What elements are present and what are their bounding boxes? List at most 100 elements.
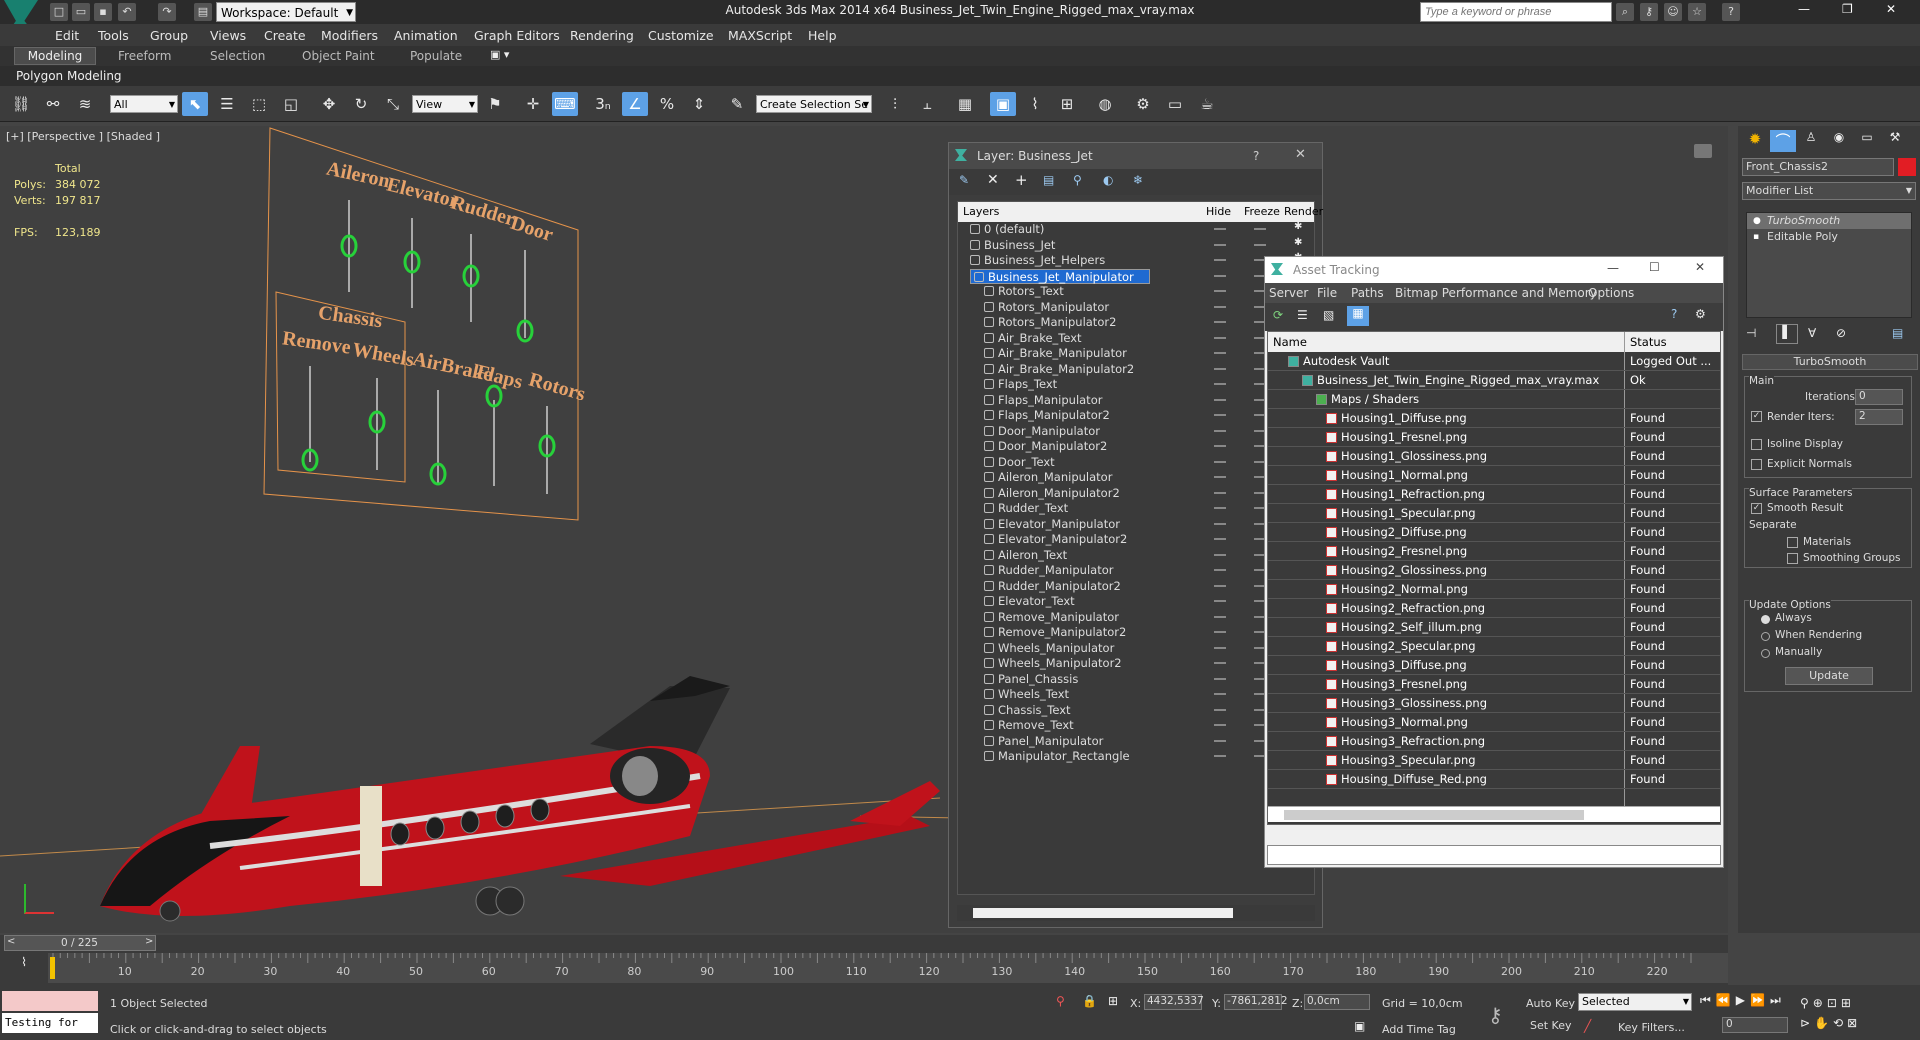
asset-maximize-button[interactable]: ☐	[1649, 260, 1660, 274]
asset-menu-options[interactable]: Options	[1588, 286, 1634, 300]
layer-row[interactable]: Elevator_Text	[984, 594, 1148, 610]
asset-minimize-button[interactable]: —	[1607, 261, 1619, 275]
menu-views[interactable]: Views	[210, 28, 246, 43]
hide-toggle[interactable]	[1214, 445, 1226, 447]
rendered-frame-icon[interactable]: ▭	[1162, 92, 1188, 116]
go-to-end-icon[interactable]: ⏭	[1770, 993, 1786, 1007]
layer-row[interactable]: Manipulator_Rectangle	[984, 749, 1148, 765]
layer-row[interactable]: Remove_Manipulator2	[984, 625, 1148, 641]
zoom-icon[interactable]: ⚲	[1800, 996, 1813, 1010]
bind-space-warp-icon[interactable]: ≋	[72, 92, 98, 116]
hide-toggle[interactable]	[1214, 290, 1226, 292]
hide-toggle[interactable]	[1214, 305, 1226, 308]
modifier-list-dropdown[interactable]: Modifier List ▼	[1742, 182, 1916, 200]
scrollbar-thumb[interactable]	[1284, 810, 1584, 820]
refresh-icon[interactable]: ⟳	[1273, 308, 1283, 322]
menu-help[interactable]: Help	[808, 28, 837, 43]
tab-freeform[interactable]: Freeform	[118, 49, 171, 63]
configure-modifier-sets-icon[interactable]: ▤	[1892, 326, 1903, 340]
asset-window-header[interactable]: Asset Tracking — ☐ ✕	[1265, 257, 1723, 283]
hide-toggle[interactable]	[1214, 274, 1226, 277]
restore-button[interactable]: ❐	[1842, 2, 1853, 16]
hide-toggle[interactable]	[1214, 662, 1226, 664]
hide-toggle[interactable]	[1214, 398, 1226, 401]
z-coordinate-field[interactable]: 0,0cm	[1304, 994, 1370, 1010]
hide-toggle[interactable]	[1214, 693, 1226, 695]
asset-row[interactable]: Housing1_Diffuse.png Found	[1268, 409, 1720, 428]
asset-row[interactable]: Housing2_Specular.png Found	[1268, 637, 1720, 656]
menu-tools[interactable]: Tools	[98, 28, 129, 43]
menu-animation[interactable]: Animation	[394, 28, 458, 43]
asset-row[interactable]: Housing2_Diffuse.png Found	[1268, 523, 1720, 542]
menu-group[interactable]: Group	[150, 28, 188, 43]
col-hide[interactable]: Hide	[1206, 205, 1231, 218]
orbit-icon[interactable]: ⟲	[1833, 1016, 1847, 1030]
hide-toggle[interactable]	[1214, 553, 1226, 556]
asset-row[interactable]: Housing1_Specular.png Found	[1268, 504, 1720, 523]
next-frame-icon[interactable]: ⏩	[1750, 993, 1770, 1007]
layer-row[interactable]: Wheels_Manipulator	[984, 641, 1148, 657]
pivot-center-icon[interactable]: ⚑	[482, 92, 508, 116]
time-slider-prev-icon[interactable]: <	[7, 936, 15, 947]
asset-row[interactable]: Housing_Diffuse_Red.png Found	[1268, 770, 1720, 789]
business-jet-model[interactable]	[90, 606, 950, 926]
create-tab-icon[interactable]: ✹	[1742, 130, 1768, 152]
asset-path-field[interactable]	[1267, 845, 1721, 865]
asset-row[interactable]: Business_Jet_Twin_Engine_Rigged_max_vray…	[1268, 371, 1720, 390]
select-objects-icon[interactable]: ▤	[1043, 173, 1054, 187]
selection-lock-icon[interactable]: 🔒	[1082, 994, 1097, 1008]
current-frame-field[interactable]: 0	[1722, 1017, 1788, 1033]
pan-icon[interactable]: ✋	[1814, 1016, 1833, 1030]
hide-toggle[interactable]	[1214, 755, 1226, 757]
layer-row[interactable]: Door_Manipulator2	[984, 439, 1148, 455]
x-coordinate-field[interactable]: 4432,5337	[1144, 994, 1204, 1010]
asset-row[interactable]: Housing2_Refraction.png Found	[1268, 599, 1720, 618]
hide-toggle[interactable]	[1214, 646, 1226, 649]
menu-create[interactable]: Create	[264, 28, 306, 43]
layer-row[interactable]: 0 (default)	[970, 222, 1150, 238]
freeze-toggle[interactable]	[1254, 243, 1266, 246]
key-filters-button[interactable]: Key Filters...	[1618, 1021, 1685, 1034]
menu-customize[interactable]: Customize	[648, 28, 714, 43]
hide-toggle[interactable]	[1214, 383, 1226, 385]
hide-toggle[interactable]	[1214, 631, 1226, 633]
asset-menu-bitmap[interactable]: Bitmap Performance and Memory	[1395, 286, 1597, 300]
hide-toggle[interactable]	[1214, 677, 1226, 680]
asset-tracking-window[interactable]: Asset Tracking — ☐ ✕ Server File Paths B…	[1264, 256, 1724, 868]
select-object-icon[interactable]: ⬉	[182, 92, 208, 116]
hide-toggle[interactable]	[1214, 243, 1226, 246]
asset-row[interactable]: Housing3_Diffuse.png Found	[1268, 656, 1720, 675]
hide-toggle[interactable]	[1214, 615, 1226, 618]
tab-populate[interactable]: Populate	[410, 49, 462, 63]
reference-coordinate-dropdown[interactable]: View ▼	[412, 95, 478, 113]
render-iters-checkbox[interactable]: ✓	[1751, 411, 1762, 422]
asset-row[interactable]: Housing2_Glossiness.png Found	[1268, 561, 1720, 580]
layer-row[interactable]: Aileron_Manipulator2	[984, 486, 1148, 502]
modify-tab-icon[interactable]: ⌒	[1770, 130, 1796, 152]
asset-row[interactable]: Autodesk Vault Logged Out ...	[1268, 352, 1720, 371]
hide-toggle[interactable]	[1214, 538, 1226, 540]
layer-row[interactable]: Rotors_Manipulator	[984, 300, 1148, 316]
maxscript-mini-listener[interactable]: Testing for	[2, 1013, 98, 1033]
layer-row[interactable]: Aileron_Text	[984, 548, 1148, 564]
asset-close-button[interactable]: ✕	[1695, 260, 1705, 274]
hide-all-icon[interactable]: ◐	[1103, 173, 1113, 187]
absolute-mode-icon[interactable]: ⊞	[1108, 994, 1118, 1008]
asset-row[interactable]: Housing2_Fresnel.png Found	[1268, 542, 1720, 561]
layer-row[interactable]: Remove_Text	[984, 718, 1148, 734]
create-layer-icon[interactable]: ✎	[959, 173, 969, 187]
mirror-icon[interactable]: ⫶	[882, 92, 908, 116]
layer-row[interactable]: Business_Jet_Manipulator	[970, 268, 1150, 284]
object-name-field[interactable]: Front_Chassis2	[1742, 158, 1894, 176]
layer-row[interactable]: Air_Brake_Text	[984, 331, 1148, 347]
asset-row[interactable]: Housing1_Refraction.png Found	[1268, 485, 1720, 504]
render-production-icon[interactable]: ☕	[1194, 92, 1220, 116]
explicit-normals-checkbox[interactable]	[1751, 459, 1762, 470]
col-freeze[interactable]: Freeze	[1244, 205, 1280, 218]
rotate-icon[interactable]: ↻	[348, 92, 374, 116]
select-manipulate-icon[interactable]: ✛	[520, 92, 546, 116]
asset-row[interactable]: Housing3_Normal.png Found	[1268, 713, 1720, 732]
track-bar[interactable]: 10 20 30 40 50 60 70 80 90 100 110 120 130 140 150 160 1…	[48, 953, 1728, 983]
layer-row[interactable]: Elevator_Manipulator2	[984, 532, 1148, 548]
edit-named-selection-icon[interactable]: ✎	[724, 92, 750, 116]
